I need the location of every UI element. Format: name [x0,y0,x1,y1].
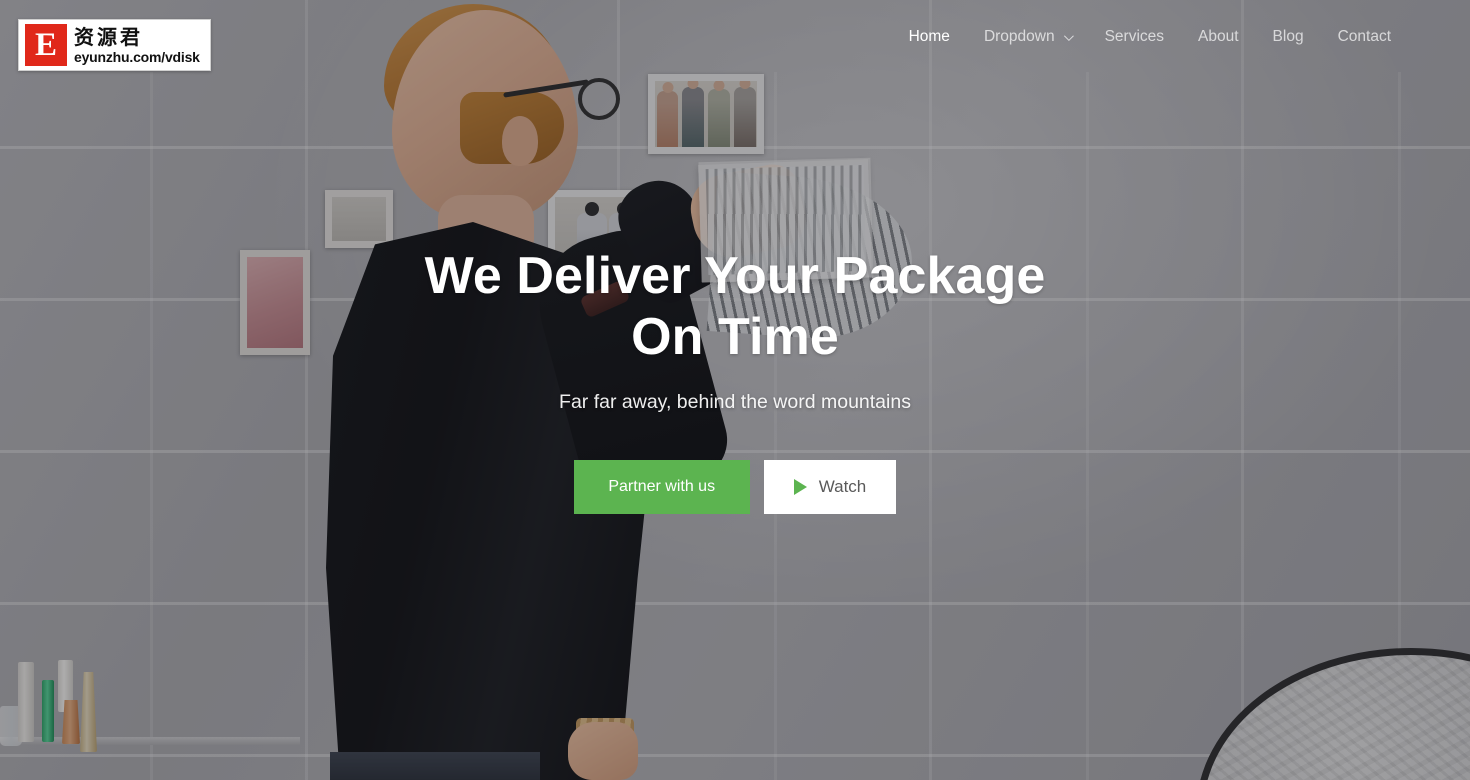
watch-button[interactable]: Watch [763,459,897,514]
play-icon [793,478,807,495]
partner-button-label: Partner with us [608,477,716,495]
logo-mark-letter: E [34,26,57,63]
nav-item-about[interactable]: About [1181,28,1256,46]
watch-button-label: Watch [818,476,867,496]
main-navigation: Home Dropdown Services About Blog Contac… [892,28,1408,46]
hero-headline: We Deliver Your Package On Time [424,247,1046,367]
hero-subtitle: Far far away, behind the word mountains [559,390,911,413]
nav-item-home[interactable]: Home [892,28,967,46]
logo-name-cn: 资源君 [74,24,143,49]
logo-url: eyunzhu.com/vdisk [74,48,200,65]
hero-page: E 资源君 eyunzhu.com/vdisk Home Dropdown Se… [0,0,1470,780]
nav-item-blog[interactable]: Blog [1256,28,1321,46]
nav-item-dropdown[interactable]: Dropdown [967,28,1088,46]
nav-item-label: Dropdown [983,28,1055,45]
chevron-down-icon [1063,30,1074,41]
hero-cta-group: Partner with us Watch [0,459,1470,514]
logo-mark-icon: E [25,24,67,66]
site-logo[interactable]: E 资源君 eyunzhu.com/vdisk [18,19,211,71]
nav-item-label: Blog [1272,28,1304,45]
partner-with-us-button[interactable]: Partner with us [573,459,750,514]
nav-item-label: Contact [1337,28,1391,45]
hero-content: We Deliver Your Package On Time Far far … [0,246,1470,514]
nav-item-contact[interactable]: Contact [1321,28,1408,46]
nav-item-label: Home [908,28,950,45]
nav-item-label: About [1198,28,1239,45]
nav-item-services[interactable]: Services [1088,28,1181,46]
nav-item-label: Services [1104,28,1165,45]
